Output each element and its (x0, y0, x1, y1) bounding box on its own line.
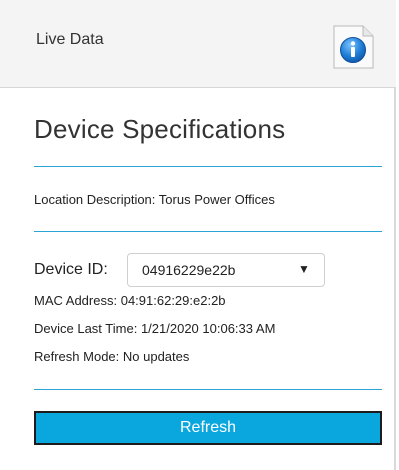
location-divider (34, 231, 382, 232)
last-time-row: Device Last Time: 1/21/2020 10:06:33 AM (34, 321, 275, 336)
app-frame: Live Data Device Specifications Location… (0, 0, 396, 470)
location-row: Location Description: Torus Power Office… (34, 192, 275, 207)
refresh-mode-value: No updates (122, 349, 190, 364)
mac-address-value: 04:91:62:29:e2:2b (120, 293, 226, 308)
refresh-mode-label: Refresh Mode: (34, 349, 120, 364)
refresh-mode-row: Refresh Mode: No updates (34, 349, 189, 364)
caret-down-icon: ▼ (298, 262, 310, 276)
device-id-label: Device ID: (34, 261, 108, 278)
header-bar: Live Data (0, 0, 396, 88)
last-time-label: Device Last Time: (34, 321, 138, 336)
location-label: Location Description: (34, 192, 156, 207)
device-id-value: 04916229e22b (142, 262, 236, 278)
page-title: Device Specifications (34, 114, 286, 144)
info-icon (333, 25, 374, 69)
refresh-button[interactable]: Refresh (34, 411, 382, 445)
device-id-select[interactable]: 04916229e22b ▼ (127, 253, 325, 287)
location-value: Torus Power Offices (158, 192, 275, 207)
info-button[interactable] (333, 25, 374, 69)
title-divider (34, 166, 382, 167)
mac-address-row: MAC Address: 04:91:62:29:e2:2b (34, 293, 226, 308)
mac-address-label: MAC Address: (34, 293, 118, 308)
header-title: Live Data (36, 31, 104, 48)
last-time-value: 1/21/2020 10:06:33 AM (140, 321, 276, 336)
details-divider (34, 389, 382, 390)
